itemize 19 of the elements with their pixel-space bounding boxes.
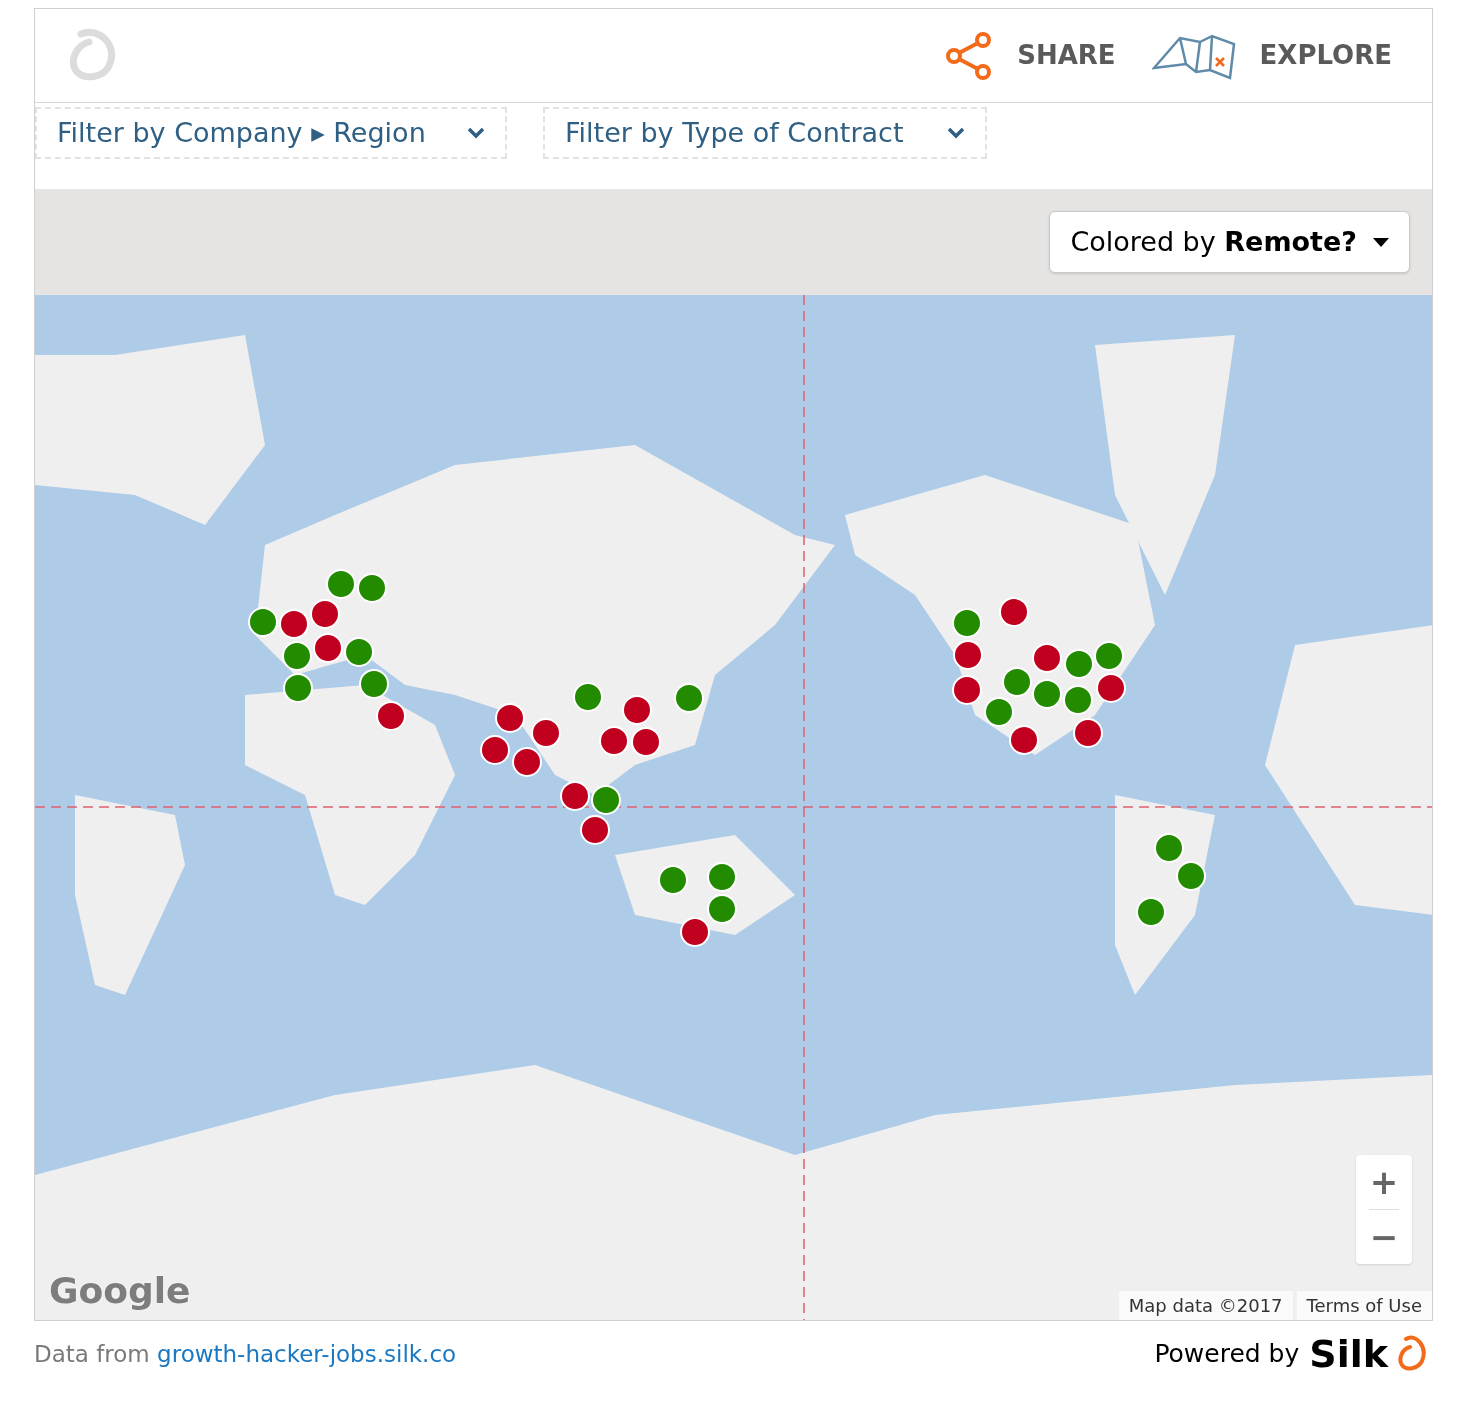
color-by-dropdown[interactable]: Colored by Remote?	[1049, 211, 1410, 273]
filter-dropdown[interactable]: Filter by Type of Contract	[543, 107, 987, 159]
map-attribution: Map data ©2017	[1118, 1291, 1293, 1320]
share-button[interactable]: SHARE	[945, 31, 1116, 80]
brand-name[interactable]: Silk	[1309, 1335, 1388, 1373]
google-logo: Google	[49, 1269, 191, 1313]
powered-by-label: Powered by	[1154, 1338, 1300, 1371]
chevron-down-icon	[467, 127, 485, 139]
explore-button[interactable]: EXPLORE	[1151, 31, 1392, 80]
data-source-link[interactable]: growth-hacker-jobs.silk.co	[157, 1340, 457, 1367]
data-source-label: Data from	[34, 1340, 150, 1367]
filter-dropdown[interactable]: Filter by Company ▸ Region	[35, 107, 507, 159]
zoom-in-button[interactable]: +	[1356, 1155, 1412, 1209]
chevron-down-icon	[947, 127, 965, 139]
share-icon	[945, 31, 994, 80]
zoom-out-button[interactable]: −	[1356, 1210, 1412, 1264]
terms-link[interactable]: Terms of Use	[1296, 1291, 1432, 1320]
caret-down-icon	[1373, 237, 1389, 247]
brand-logo-icon	[1398, 1335, 1428, 1373]
